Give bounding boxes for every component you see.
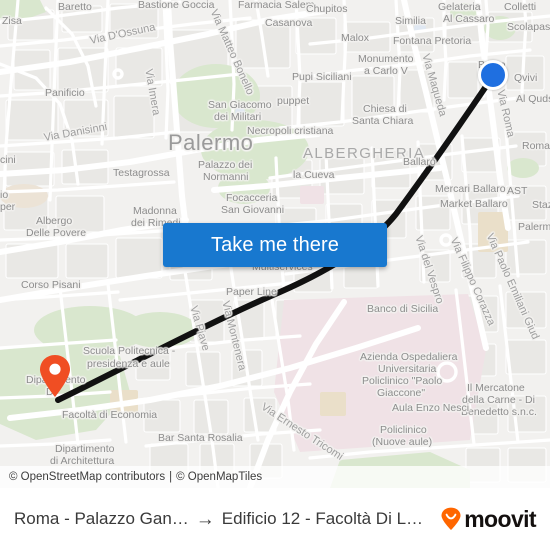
- attribution-separator: |: [169, 471, 173, 483]
- destination-marker[interactable]: [38, 354, 72, 398]
- trip-destination-label: Edificio 12 - Facoltà Di Lette…: [221, 509, 432, 528]
- map-canvas[interactable]: Zisa Baretto Bastione Goccia Farmacia Salem…: [0, 0, 550, 488]
- moovit-logo[interactable]: moovit: [440, 505, 537, 533]
- trip-origin-label: Roma - Palazzo Gan…: [14, 509, 189, 528]
- trip-summary: Roma - Palazzo Gan… → Edificio 12 - Faco…: [14, 509, 440, 529]
- map-attribution: © OpenStreetMap contributors | © OpenMap…: [0, 466, 550, 488]
- moovit-trip-screen: Zisa Baretto Bastione Goccia Farmacia Salem…: [0, 0, 550, 550]
- moovit-pin-icon: [441, 507, 461, 530]
- take-me-there-button[interactable]: Take me there: [163, 223, 387, 267]
- origin-marker[interactable]: [478, 60, 508, 90]
- trip-footer: Roma - Palazzo Gan… → Edificio 12 - Faco…: [0, 488, 550, 550]
- osm-attribution-link[interactable]: © OpenStreetMap contributors: [9, 471, 165, 483]
- openmaptiles-attribution-link[interactable]: © OpenMapTiles: [176, 471, 262, 483]
- arrow-right-icon: →: [195, 508, 215, 530]
- moovit-wordmark: moovit: [464, 505, 536, 532]
- take-me-there-label: Take me there: [210, 233, 340, 256]
